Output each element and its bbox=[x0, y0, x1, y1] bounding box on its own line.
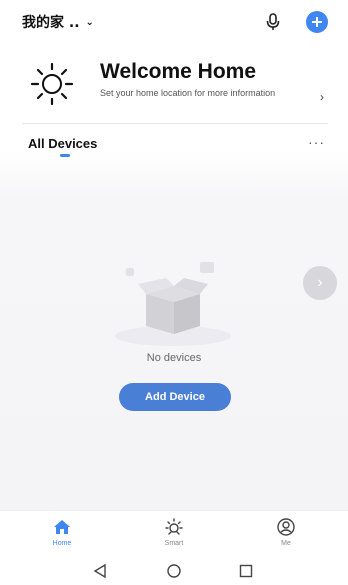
sun-icon bbox=[30, 62, 74, 106]
chevron-right-icon: › bbox=[320, 90, 324, 104]
nav-item-me[interactable]: Me bbox=[256, 517, 316, 547]
more-options-icon[interactable]: ··· bbox=[308, 134, 325, 150]
home-circle-icon[interactable] bbox=[166, 563, 182, 579]
side-arrow-button[interactable]: › bbox=[303, 266, 337, 300]
tab-all-devices[interactable]: All Devices bbox=[28, 136, 97, 151]
nav-label-smart: Smart bbox=[164, 540, 184, 547]
nav-label-me: Me bbox=[281, 540, 291, 547]
home-name: 我的家 .. bbox=[22, 15, 80, 31]
welcome-title: Welcome Home bbox=[100, 60, 256, 83]
recents-square-icon[interactable] bbox=[238, 563, 254, 579]
welcome-card[interactable]: Welcome Home Set your home location for … bbox=[22, 52, 332, 118]
smart-sun-icon bbox=[165, 518, 183, 535]
add-device-button[interactable]: Add Device bbox=[119, 383, 231, 411]
tab-active-indicator bbox=[60, 154, 70, 157]
nav-item-home[interactable]: Home bbox=[32, 517, 92, 547]
device-tabs: All Devices ··· bbox=[22, 134, 332, 160]
nav-item-smart[interactable]: Smart bbox=[144, 517, 204, 547]
add-button[interactable] bbox=[306, 11, 328, 33]
back-triangle-icon[interactable] bbox=[92, 563, 108, 579]
empty-box-illustration bbox=[115, 262, 231, 346]
nav-label-home: Home bbox=[52, 540, 72, 547]
profile-icon bbox=[277, 518, 295, 536]
empty-state-text: No devices bbox=[146, 352, 202, 364]
home-icon bbox=[54, 520, 70, 534]
home-switcher[interactable]: 我的家 .. ⌄ bbox=[22, 12, 94, 32]
app-screen: 我的家 .. ⌄ Welcome Home Set your home loca… bbox=[0, 0, 348, 585]
bottom-nav: Home Smart Me bbox=[0, 510, 348, 556]
system-nav-bar bbox=[0, 556, 348, 585]
chevron-down-icon: ⌄ bbox=[85, 16, 94, 28]
plus-icon bbox=[312, 17, 322, 27]
microphone-icon[interactable] bbox=[264, 12, 282, 32]
top-bar: 我的家 .. ⌄ bbox=[0, 0, 348, 44]
welcome-subtitle: Set your home location for more informat… bbox=[100, 88, 276, 98]
divider bbox=[22, 123, 328, 124]
chevron-right-icon: › bbox=[317, 274, 323, 291]
